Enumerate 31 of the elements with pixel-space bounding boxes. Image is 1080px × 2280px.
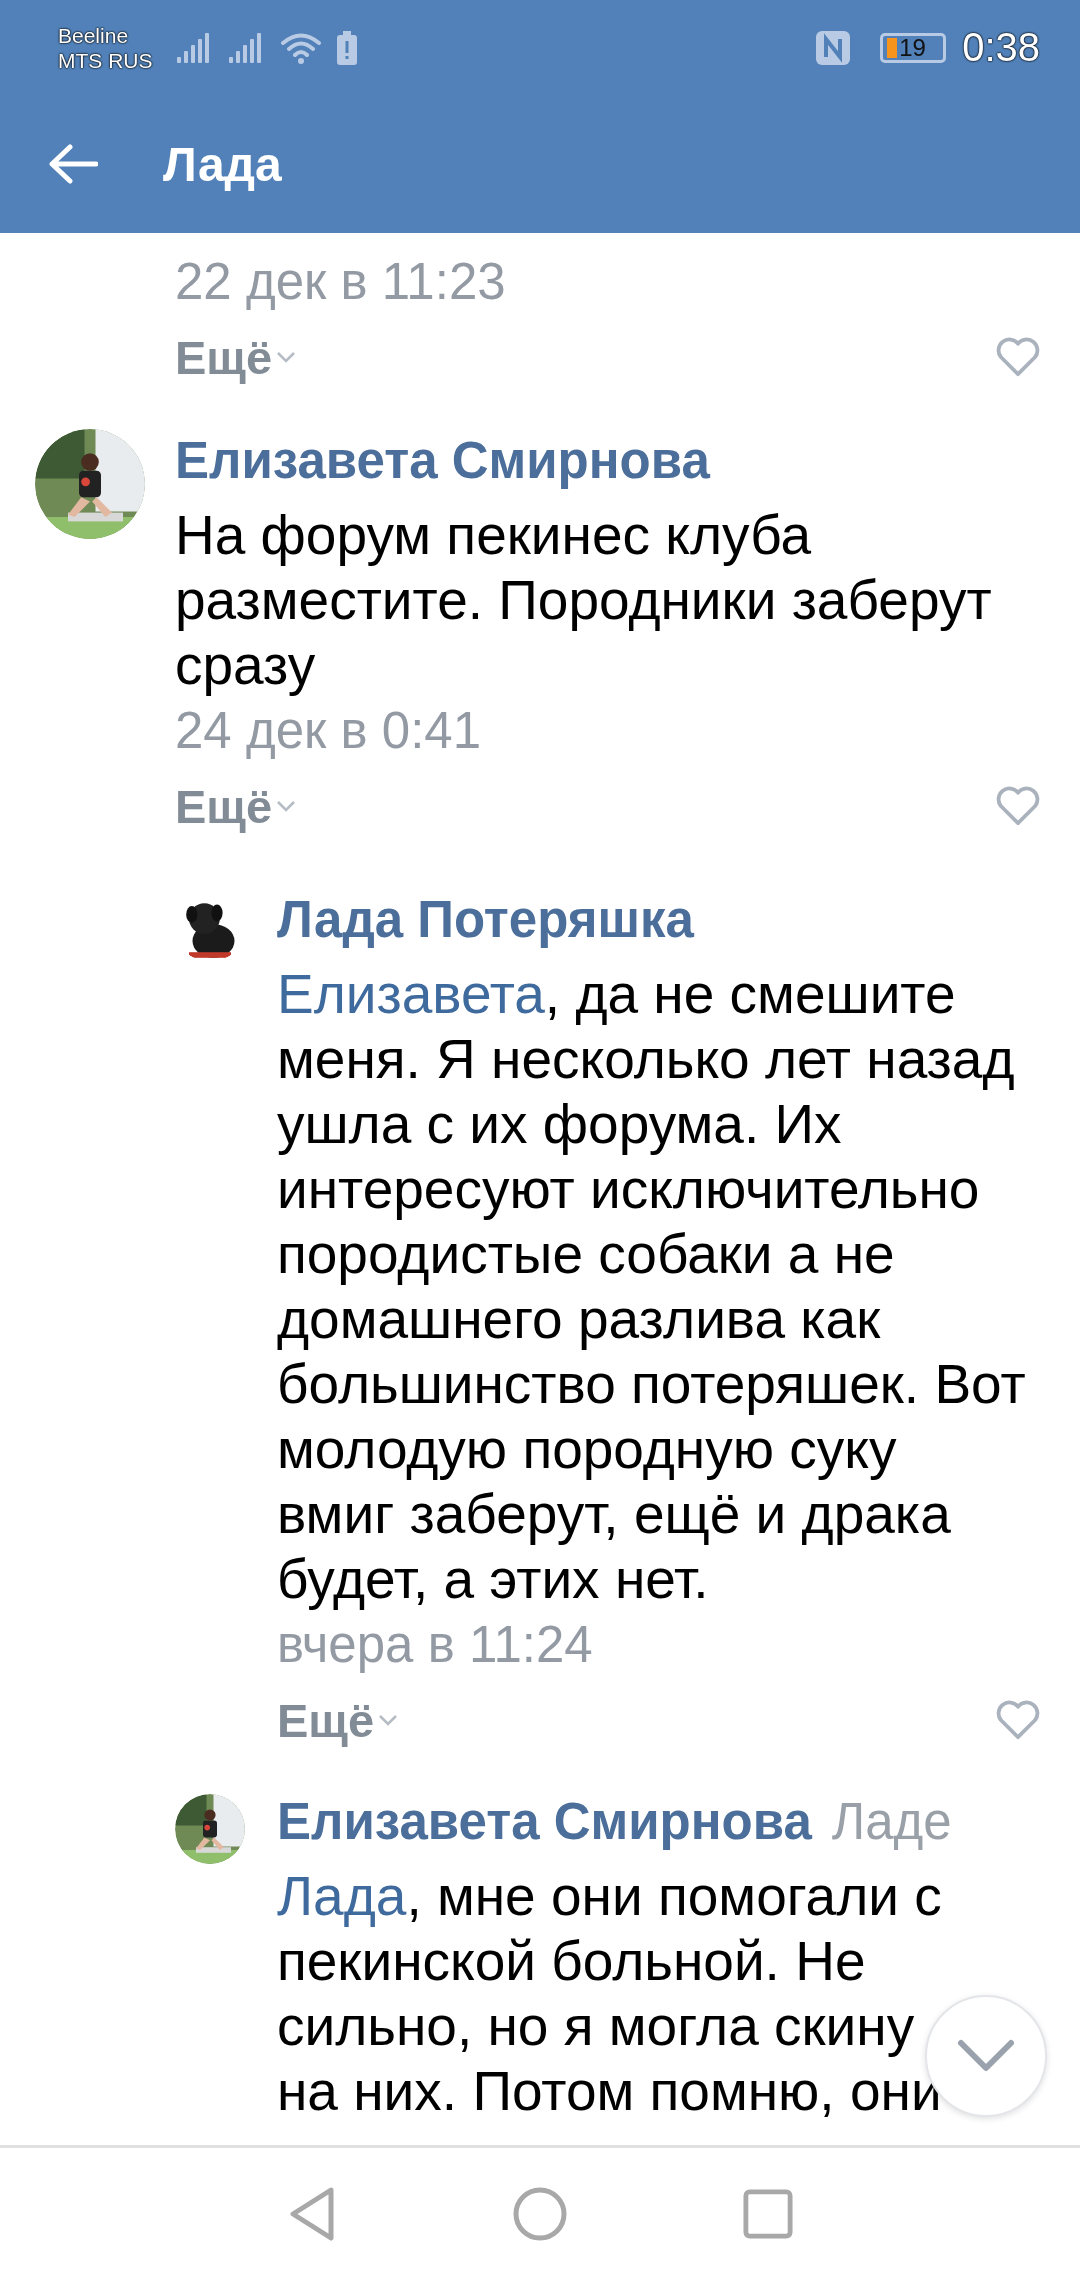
heart-icon[interactable] xyxy=(995,786,1041,826)
comment-date: 22 дек в 11:23 xyxy=(175,252,507,312)
heart-icon[interactable] xyxy=(995,337,1041,377)
chevron-icon xyxy=(276,351,297,363)
home-icon[interactable] xyxy=(512,2186,568,2242)
heart-icon[interactable] xyxy=(995,1700,1041,1740)
author-link[interactable]: Елизавета Смирнова xyxy=(175,429,710,493)
author-link[interactable]: Лада Потеряшка xyxy=(277,888,694,952)
author-link[interactable]: Елизавета Смирнова xyxy=(277,1790,812,1854)
comment-date: 24 дек в 0:41 xyxy=(175,701,483,761)
mention-link[interactable]: Елизавета xyxy=(277,963,545,1025)
battery-alert-icon xyxy=(336,30,357,65)
comment-date: вчера в 11:24 xyxy=(277,1615,594,1675)
carrier-names: Beeline MTS RUS xyxy=(58,22,153,73)
nfc-icon xyxy=(816,30,851,65)
page-title: Лада xyxy=(163,136,282,192)
clock-time: 0:38 xyxy=(962,25,1040,70)
chevron-icon xyxy=(276,800,297,812)
more-button[interactable]: Ещё xyxy=(175,329,297,385)
more-button[interactable]: Ещё xyxy=(175,778,297,834)
comment-text: Елизавета, да не смешите меня. Я несколько лет назад ушла с их форума. Их интересуют исключительно породистые собаки а не домашнего разлива как большинство потеряшек. Вот молодую породную суку вмиг заберут, ещё и драка будет, а этих нет. xyxy=(277,962,1027,1612)
battery-level: 19 xyxy=(880,32,947,63)
back-icon[interactable] xyxy=(287,2186,337,2242)
mention-link[interactable]: Лада xyxy=(277,1865,407,1927)
reply-to-label: Ладе xyxy=(831,1792,952,1852)
wifi-icon xyxy=(280,31,321,64)
comment-text: На форум пекинес клуба разместите. Породники заберут сразу xyxy=(175,503,993,698)
more-button[interactable]: Ещё xyxy=(277,1692,399,1748)
chevron-icon xyxy=(378,1714,399,1726)
chevron-down-icon xyxy=(956,2038,1016,2074)
recent-apps-icon[interactable] xyxy=(743,2189,793,2239)
